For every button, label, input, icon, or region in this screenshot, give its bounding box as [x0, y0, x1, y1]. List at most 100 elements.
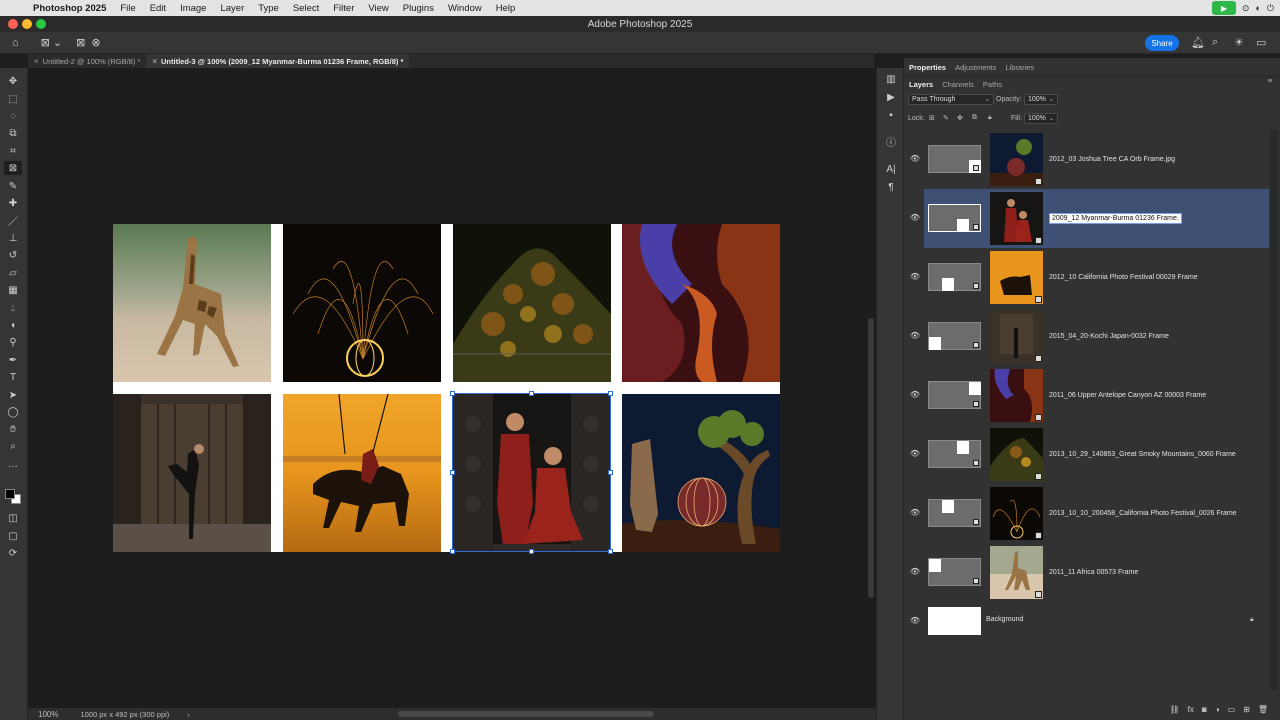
menu-window[interactable]: Window [441, 3, 489, 14]
dodge-burn-tool-icon[interactable]: ⚲ [4, 335, 22, 349]
menu-layer[interactable]: Layer [213, 3, 251, 14]
layer-thumbnail[interactable] [990, 369, 1043, 422]
lock-artboard-icon[interactable]: ⧉ [972, 114, 977, 122]
transform-handle-top-left[interactable] [450, 391, 455, 396]
layer-row-kochi-japan[interactable]: 👁︎ 2015_04_20-Kochi Japan-0032 Frame [910, 307, 1269, 366]
photo-frame-joshua-tree-orb[interactable] [622, 394, 780, 552]
dodge-tool-icon[interactable]: ◖ [4, 318, 22, 332]
layer-row-great-smoky-mountains[interactable]: 👁︎ 2013_10_29_140853_Great Smoky Mountai… [910, 425, 1269, 484]
layer-row-antelope-canyon[interactable]: 👁︎ 2011_06 Upper Antelope Canyon AZ 0000… [910, 366, 1269, 425]
tab-paths[interactable]: Paths [983, 80, 1002, 89]
add-mask-icon[interactable]: ◙ [1202, 705, 1207, 714]
fill-field[interactable]: 100% ⌄ [1024, 113, 1058, 124]
character-panel-icon[interactable]: A| [884, 162, 898, 176]
frame-mask-thumbnail[interactable] [928, 558, 981, 586]
frame-mask-thumbnail[interactable] [928, 263, 981, 291]
eyedropper-tool-icon[interactable]: ✎ [4, 179, 22, 193]
layer-row-steel-wool[interactable]: 👁︎ 2013_10_10_200458_California Photo Fe… [910, 484, 1269, 543]
layer-thumbnail[interactable] [990, 487, 1043, 540]
visibility-eye-icon[interactable]: 👁︎ [909, 508, 921, 517]
frame-mask-thumbnail[interactable] [928, 381, 981, 409]
tab-layers[interactable]: Layers [909, 80, 933, 89]
discover-lightbulb-icon[interactable]: ☀ [1234, 36, 1244, 49]
layer-name[interactable]: 2013_10_10_200458_California Photo Festi… [1049, 510, 1237, 517]
lock-all-icon[interactable]: 🔒︎ [988, 114, 992, 122]
menu-edit[interactable]: Edit [143, 3, 173, 14]
frame-mask-thumbnail[interactable] [928, 145, 981, 173]
visibility-eye-icon[interactable]: 👁︎ [909, 213, 921, 222]
menu-help[interactable]: Help [489, 3, 523, 14]
layer-thumbnail[interactable] [990, 428, 1043, 481]
layer-name[interactable]: 2015_04_20-Kochi Japan-0032 Frame [1049, 333, 1169, 340]
status-menu-arrow[interactable]: › [187, 710, 190, 719]
frame-mask-thumbnail[interactable] [928, 322, 981, 350]
close-window-button[interactable] [8, 19, 18, 29]
lock-transparent-icon[interactable]: ⊞ [929, 114, 935, 122]
workspace-layout-icon[interactable]: ▭ [1256, 36, 1266, 49]
blend-mode-select[interactable]: Pass Through ⌄ [908, 94, 994, 105]
transform-handle-top-right[interactable] [608, 391, 613, 396]
visibility-eye-icon[interactable]: 👁︎ [909, 272, 921, 281]
generative-tool-icon[interactable]: ⟳ [4, 546, 22, 560]
photo-frame-california-polo[interactable] [283, 394, 441, 552]
frame-mask-thumbnail[interactable] [928, 499, 981, 527]
close-tab-icon[interactable]: × [34, 57, 39, 66]
layer-thumbnail[interactable] [990, 192, 1043, 245]
search-icon[interactable]: ⌕ [1212, 36, 1218, 49]
adjustment-layer-icon[interactable]: ◑ [1215, 705, 1220, 714]
frame-mask-thumbnail[interactable] [928, 204, 981, 232]
layer-name[interactable]: 2012_03 Joshua Tree CA Orb Frame.jpg [1049, 156, 1175, 163]
background-thumbnail[interactable] [928, 607, 981, 635]
menu-filter[interactable]: Filter [326, 3, 361, 14]
zoom-tool-icon[interactable]: ⌕ [4, 439, 22, 453]
layer-thumbnail[interactable] [990, 310, 1043, 363]
menu-file[interactable]: File [113, 3, 142, 14]
healing-brush-tool-icon[interactable]: ✚ [4, 196, 22, 210]
blur-tool-icon[interactable]: 💧︎ [4, 301, 22, 315]
lock-position-icon[interactable]: ✥ [957, 114, 963, 122]
layer-thumbnail[interactable] [990, 251, 1043, 304]
photo-frame-steel-wool[interactable] [283, 224, 441, 382]
layer-name[interactable]: 2011_11 Africa 00573 Frame [1049, 569, 1138, 576]
layers-scrollbar[interactable] [1270, 130, 1278, 690]
visibility-eye-icon[interactable]: 👁︎ [909, 331, 921, 340]
foreground-color-swatch[interactable] [5, 489, 15, 499]
horizontal-scroll-thumb[interactable] [398, 711, 654, 717]
notifications-bell-icon[interactable]: 🔔︎ [1191, 36, 1205, 49]
histogram-panel-icon[interactable]: ▥ [884, 72, 898, 86]
transform-handle-right[interactable] [608, 470, 613, 475]
layer-name[interactable]: Background [986, 616, 1023, 623]
zoom-window-button[interactable] [36, 19, 46, 29]
brush-tool-icon[interactable]: ／ [4, 213, 22, 228]
pen-tool-icon[interactable]: ✒ [4, 353, 22, 367]
info-panel-icon[interactable]: ⓘ [884, 134, 898, 149]
transform-handle-bottom[interactable] [529, 549, 534, 554]
history-brush-tool-icon[interactable]: ↺ [4, 248, 22, 262]
layer-row-background[interactable]: 👁︎ Background 🔒︎ [910, 602, 1269, 640]
actions-play-icon[interactable]: ▶ [884, 90, 898, 104]
photo-frame-kochi-japan[interactable] [113, 394, 271, 552]
menu-view[interactable]: View [361, 3, 395, 14]
share-button[interactable]: Share [1145, 35, 1179, 51]
layer-row-myanmar-burma[interactable]: 👁︎ 2009_12 Myanmar-Burma 01236 Frame. [910, 189, 1269, 248]
photo-frame-africa-giraffe[interactable] [113, 224, 271, 382]
comments-icon[interactable]: ▪ [884, 108, 898, 122]
menu-type[interactable]: Type [251, 3, 286, 14]
gradient-tool-icon[interactable]: ▦ [4, 283, 22, 297]
visibility-eye-icon[interactable]: 👁︎ [909, 390, 921, 399]
tab-untitled-2[interactable]: × Untitled-2 @ 100% (RGB/8) * [28, 54, 146, 68]
menu-image[interactable]: Image [173, 3, 213, 14]
vertical-scroll-thumb[interactable] [868, 318, 874, 598]
tab-channels[interactable]: Channels [942, 80, 974, 89]
screen-mode-icon[interactable]: ▢ [4, 529, 22, 543]
lock-image-icon[interactable]: ✎ [943, 114, 949, 122]
new-group-icon[interactable]: ▭ [1228, 705, 1236, 714]
layer-style-fx-icon[interactable]: fx [1188, 705, 1194, 714]
panel-menu-icon[interactable]: ≡ [1268, 78, 1272, 85]
transform-handle-top[interactable] [529, 391, 534, 396]
minimize-window-button[interactable] [22, 19, 32, 29]
zoom-level[interactable]: 100% [38, 710, 58, 719]
canvas-vertical-scrollbar[interactable] [866, 68, 876, 708]
home-icon[interactable]: ⌂ [12, 37, 19, 49]
layer-row-joshua-tree[interactable]: 👁︎ 2012_03 Joshua Tree CA Orb Frame.jpg [910, 130, 1269, 189]
